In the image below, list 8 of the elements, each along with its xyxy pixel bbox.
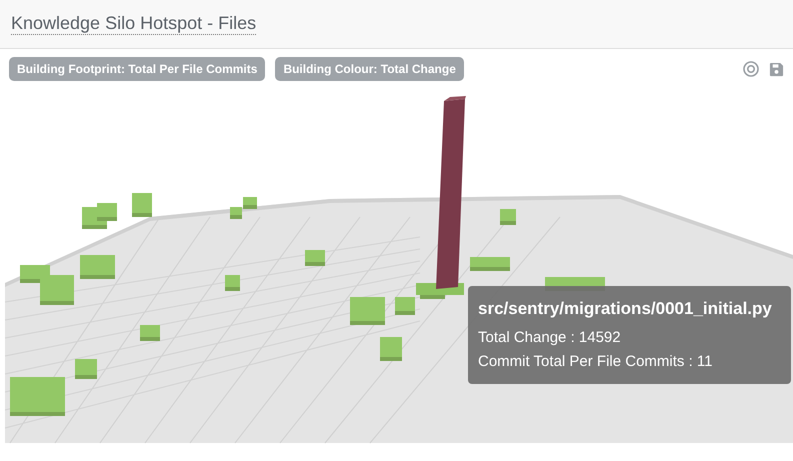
file-path: src/sentry/migrations/0001_initial.py	[478, 298, 773, 320]
setting-badge: Building Footprint: Total Per File Commits	[9, 57, 266, 81]
metric-text: Commit Total Per File Commits : 11	[478, 352, 714, 372]
setting-badge: Building Colour: Total Change	[275, 57, 464, 81]
target-icon[interactable]	[743, 61, 759, 77]
page-title: Knowledge Silo Hotspot - Files	[11, 13, 256, 35]
metric-text: Total Change : 14592	[478, 328, 622, 348]
save-icon[interactable]	[769, 62, 784, 76]
